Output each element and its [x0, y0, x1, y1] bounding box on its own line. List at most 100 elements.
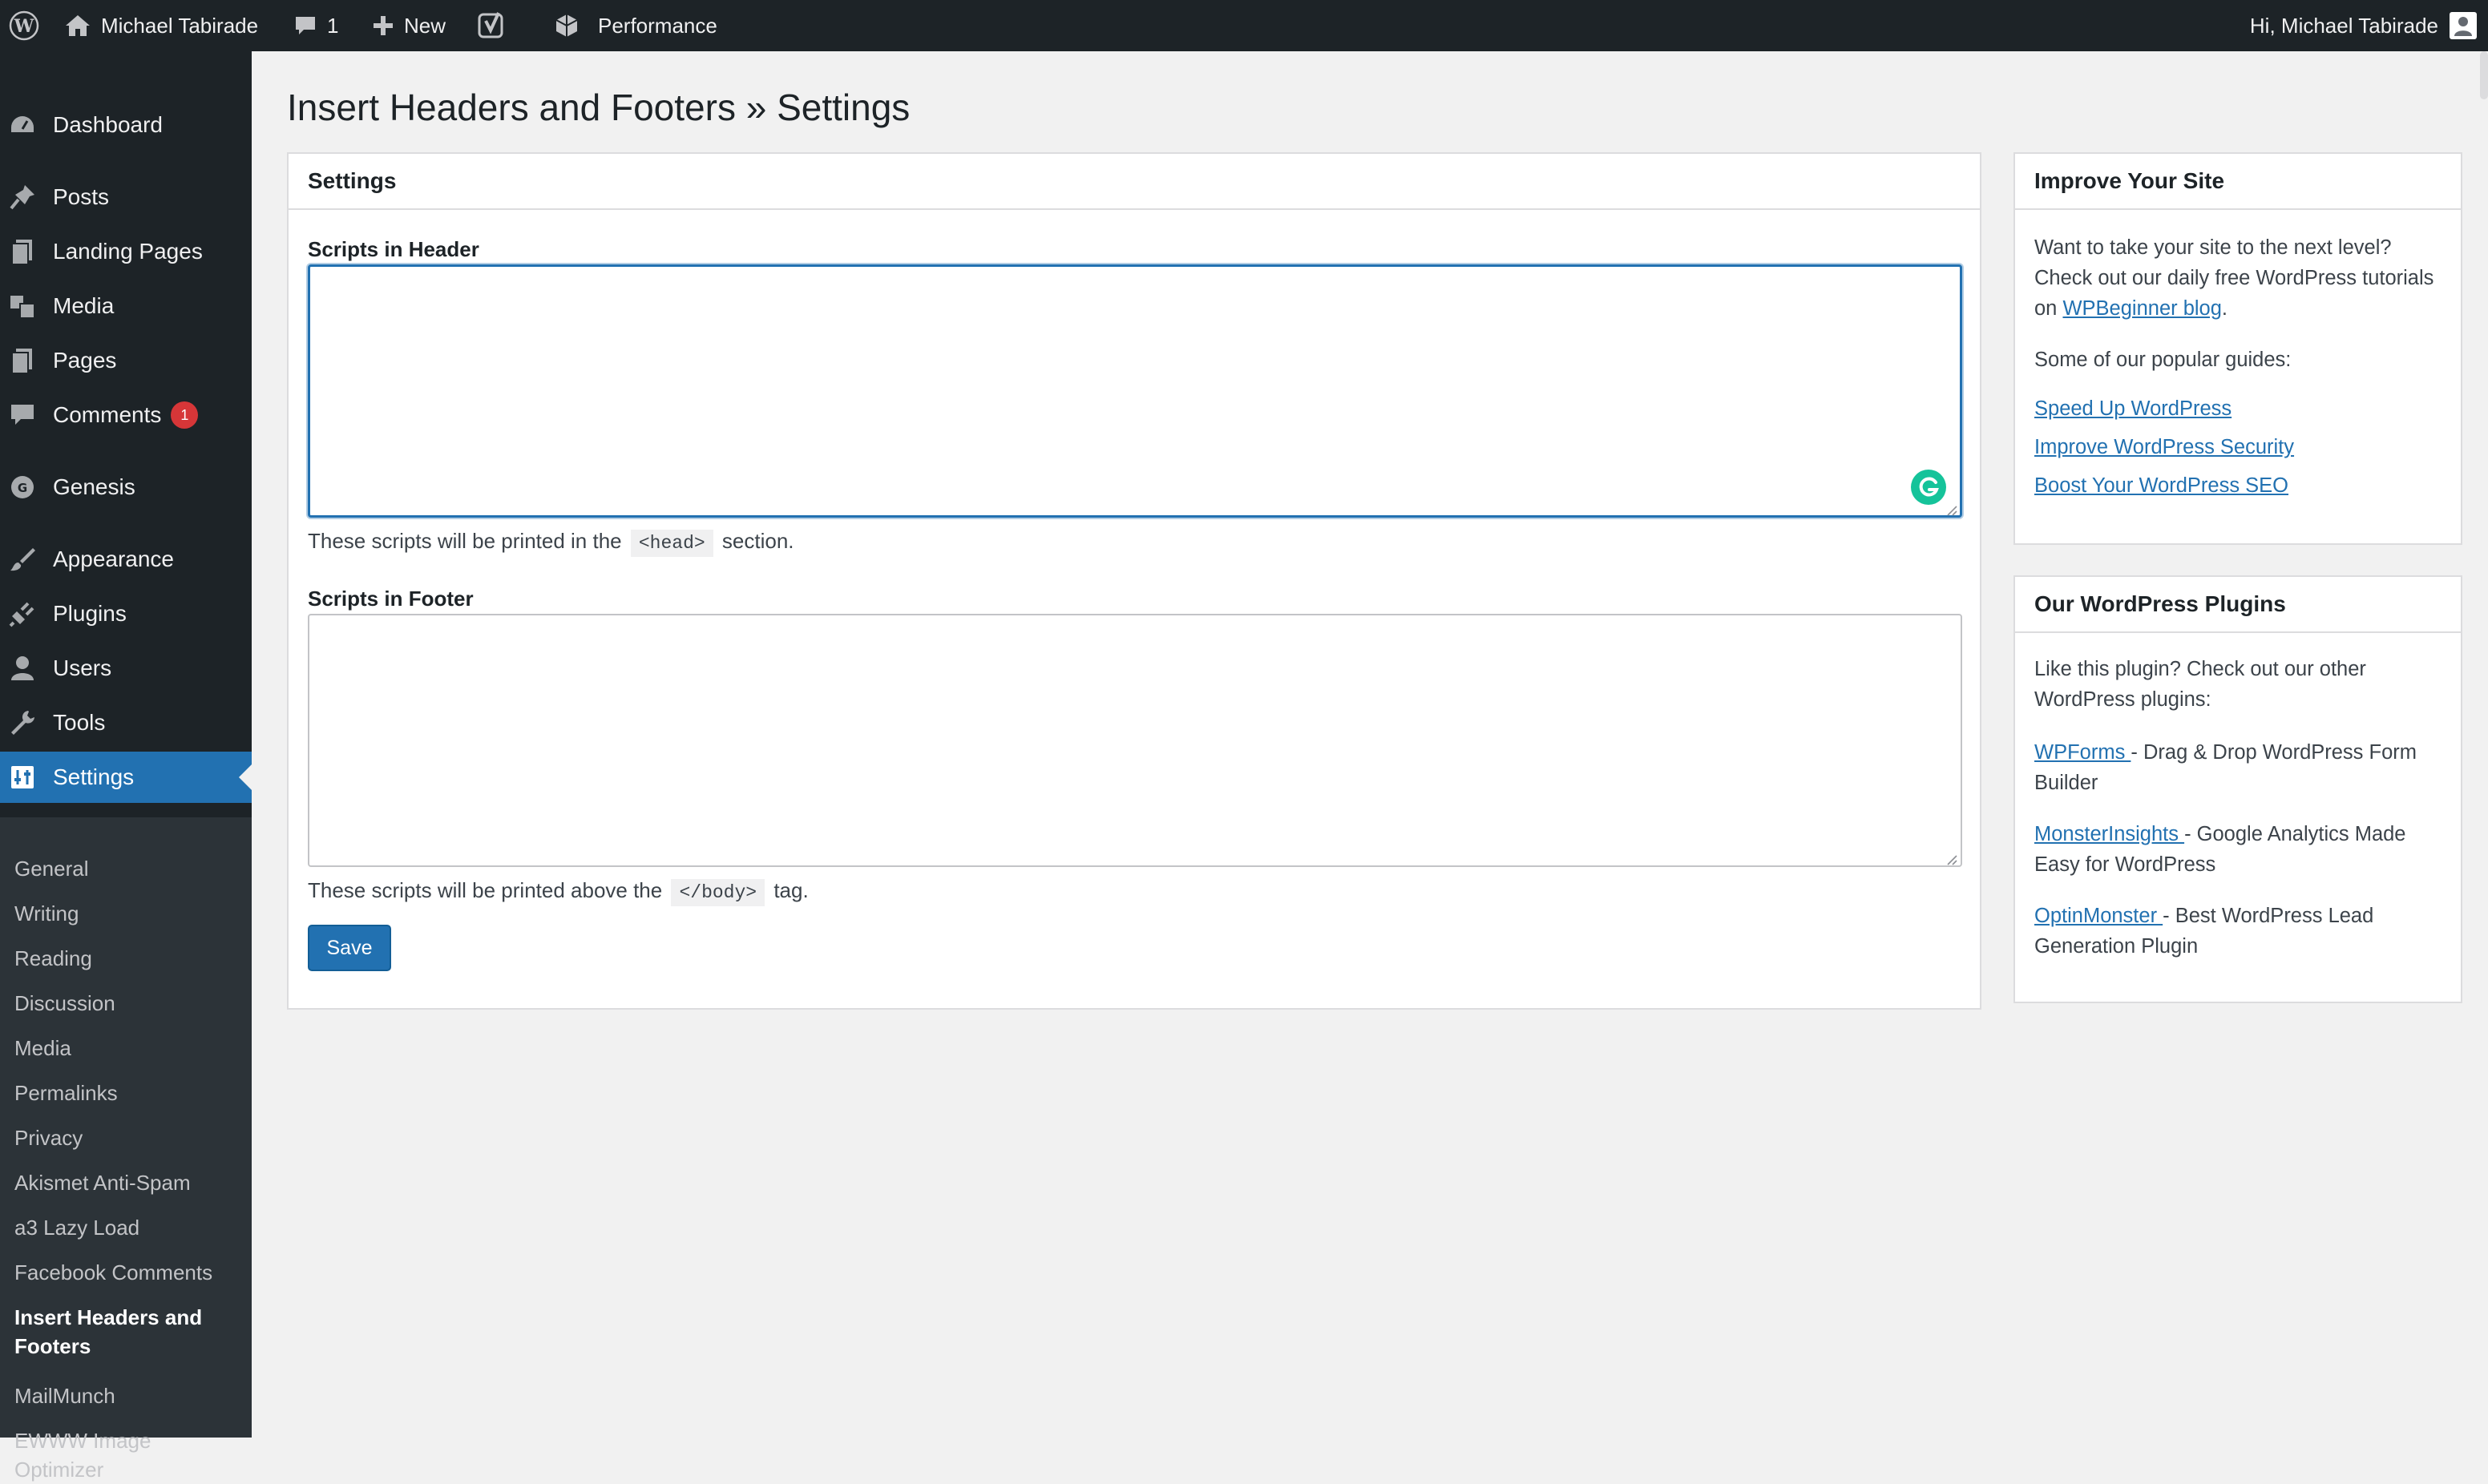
dashboard-icon — [8, 111, 37, 139]
performance-link[interactable]: Performance — [553, 0, 717, 51]
avatar — [2450, 12, 2477, 39]
scripts-in-footer-label: Scripts in Footer — [308, 587, 474, 611]
page-title: Insert Headers and Footers » Settings — [287, 87, 911, 128]
page-icon — [8, 346, 37, 375]
new-label: New — [404, 13, 446, 38]
sidebar-item-label: Landing Pages — [53, 239, 203, 264]
comment-bubble-icon — [293, 14, 317, 38]
submenu-item-writing[interactable]: Writing — [14, 899, 247, 928]
footer-desc-text-after: tag. — [773, 878, 809, 902]
submenu-item-privacy[interactable]: Privacy — [14, 1123, 247, 1152]
sidebar-item-label: Settings — [53, 764, 135, 789]
sidebar-item-label: Posts — [53, 184, 110, 209]
sidebar-item-comments[interactable]: Comments 1 — [0, 389, 252, 441]
plugins-intro-text: Like this plugin? Check out our other Wo… — [2034, 658, 2366, 711]
comment-icon — [8, 401, 37, 429]
media-icon — [8, 292, 37, 321]
sidebar-item-label: Comments — [53, 402, 162, 427]
site-name-label: Michael Tabirade — [101, 13, 259, 38]
sidebar-item-plugins[interactable]: Plugins — [0, 588, 252, 639]
submenu-item-reading[interactable]: Reading — [14, 944, 247, 973]
sidebar-item-media[interactable]: Media — [0, 280, 252, 332]
submenu-item-general[interactable]: General — [14, 854, 247, 883]
plus-icon — [372, 14, 394, 37]
yoast-seo-icon[interactable] — [478, 0, 507, 51]
resize-grip-icon[interactable] — [1945, 853, 1957, 865]
submenu-item-a3-lazy-load[interactable]: a3 Lazy Load — [14, 1213, 247, 1242]
comments-link[interactable]: 1 — [293, 0, 338, 51]
sidebar-item-label: Genesis — [53, 474, 135, 499]
submenu-item-facebook-comments[interactable]: Facebook Comments — [14, 1258, 247, 1287]
improve-wordpress-security-link[interactable]: Improve WordPress Security — [2034, 436, 2294, 459]
submenu-item-permalinks[interactable]: Permalinks — [14, 1079, 247, 1107]
sidebar-item-genesis[interactable]: G Genesis — [0, 462, 252, 513]
footer-desc-text: These scripts will be printed above the — [308, 878, 663, 902]
sidebar-item-settings[interactable]: Settings — [0, 752, 252, 803]
submenu-item-mailmunch[interactable]: MailMunch — [14, 1381, 247, 1410]
header-desc-text: These scripts will be printed in the — [308, 529, 622, 553]
settings-postbox: Settings Scripts in Header These scripts… — [287, 152, 1981, 1010]
sidebar-item-label: Appearance — [53, 546, 175, 571]
submenu-item-discussion[interactable]: Discussion — [14, 989, 247, 1018]
home-icon — [64, 14, 91, 38]
wordpress-logo-icon[interactable]: W — [5, 0, 43, 51]
resize-grip-icon[interactable] — [1945, 503, 1957, 516]
plugin-entry-monsterinsights: MonsterInsights - Google Analytics Made … — [2034, 819, 2451, 880]
settings-submenu: General Writing Reading Discussion Media… — [0, 817, 252, 1482]
plug-icon — [8, 599, 37, 628]
performance-label: Performance — [598, 13, 717, 38]
svg-text:W: W — [14, 16, 34, 37]
my-account-link[interactable]: Hi, Michael Tabirade — [2250, 0, 2477, 51]
pages-icon — [8, 237, 37, 266]
sidebar-item-label: Pages — [53, 348, 117, 373]
optinmonster-link[interactable]: OptinMonster — [2034, 905, 2163, 927]
user-icon — [8, 654, 37, 683]
submenu-item-akismet[interactable]: Akismet Anti-Spam — [14, 1168, 247, 1197]
sidebar-item-label: Users — [53, 655, 112, 680]
sidebar-item-label: Tools — [53, 710, 106, 735]
improve-intro-text: Want to take your site to the next level… — [2034, 232, 2451, 324]
submenu-item-media[interactable]: Media — [14, 1034, 247, 1063]
pin-icon — [8, 183, 37, 212]
comments-count: 1 — [327, 13, 339, 38]
sidebar-item-posts[interactable]: Posts — [0, 171, 252, 223]
wrench-icon — [8, 708, 37, 737]
improve-your-site-postbox: Improve Your Site Want to take your site… — [2013, 152, 2462, 545]
sidebar-item-dashboard[interactable]: Dashboard — [0, 99, 252, 151]
sidebar-item-pages[interactable]: Pages — [0, 335, 252, 386]
scripts-in-header-label: Scripts in Header — [308, 237, 479, 261]
scripts-in-header-textarea[interactable] — [308, 264, 1962, 518]
scripts-in-footer-textarea[interactable] — [308, 614, 1962, 867]
sidebar-item-tools[interactable]: Tools — [0, 697, 252, 748]
plugin-entry-optinmonster: OptinMonster - Best WordPress Lead Gener… — [2034, 901, 2451, 962]
plugin-entry-wpforms: WPForms - Drag & Drop WordPress Form Bui… — [2034, 737, 2451, 798]
header-desc-text-after: section. — [721, 529, 794, 553]
speed-up-wordpress-link[interactable]: Speed Up WordPress — [2034, 397, 2232, 421]
sidebar-item-label: Dashboard — [53, 112, 163, 137]
submenu-item-insert-headers-footers[interactable]: Insert Headers and Footers — [14, 1303, 223, 1361]
improve-intro-after: . — [2221, 297, 2228, 320]
boost-wordpress-seo-link[interactable]: Boost Your WordPress SEO — [2034, 474, 2288, 498]
scripts-in-header-description: These scripts will be printed in the <he… — [308, 529, 794, 557]
head-tag-code: <head> — [630, 530, 713, 557]
svg-text:G: G — [18, 481, 27, 495]
sliders-icon — [8, 763, 37, 792]
new-content-link[interactable]: New — [372, 0, 446, 51]
settings-postbox-title: Settings — [289, 154, 1980, 210]
body-tag-code: </body> — [671, 879, 765, 906]
brush-icon — [8, 545, 37, 574]
genesis-icon: G — [8, 473, 37, 502]
monsterinsights-link[interactable]: MonsterInsights — [2034, 823, 2184, 845]
grammarly-icon[interactable] — [1911, 470, 1946, 505]
scripts-in-footer-description: These scripts will be printed above the … — [308, 878, 809, 906]
sidebar-item-appearance[interactable]: Appearance — [0, 534, 252, 585]
page-scrollbar[interactable] — [2480, 51, 2488, 99]
save-button[interactable]: Save — [308, 925, 391, 971]
sidebar-item-users[interactable]: Users — [0, 643, 252, 694]
sidebar-item-landing-pages[interactable]: Landing Pages — [0, 226, 252, 277]
wpbeginner-blog-link[interactable]: WPBeginner blog — [2062, 297, 2221, 320]
wpforms-link[interactable]: WPForms — [2034, 741, 2131, 764]
submenu-item-ewww-image-optimizer[interactable]: EWWW Image Optimizer — [14, 1426, 191, 1484]
site-name-link[interactable]: Michael Tabirade — [64, 0, 258, 51]
our-wordpress-plugins-title: Our WordPress Plugins — [2015, 577, 2461, 633]
